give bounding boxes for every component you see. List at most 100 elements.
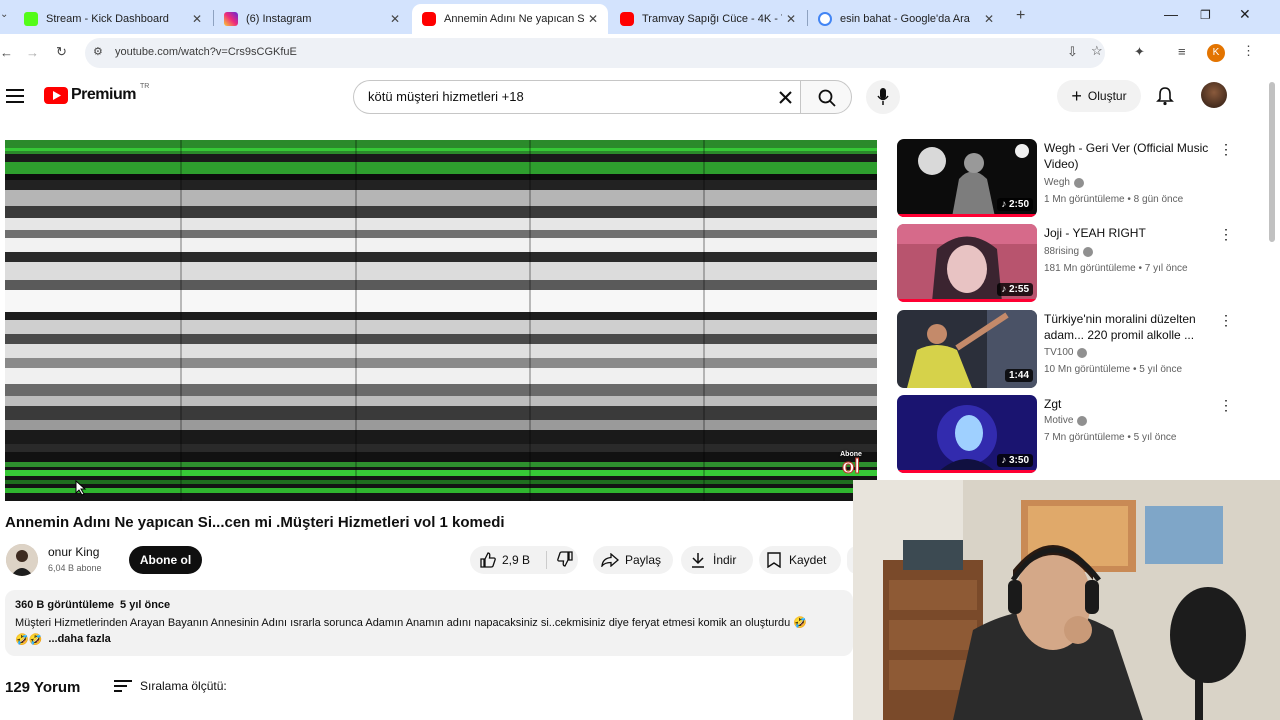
share-button[interactable]: Paylaş: [593, 546, 673, 574]
browser-menu-kebab-icon[interactable]: ⋮: [1242, 43, 1255, 59]
profile-avatar-icon[interactable]: K: [1207, 44, 1225, 62]
scrollbar-thumb[interactable]: [1269, 82, 1275, 242]
extensions-puzzle-icon[interactable]: ✦: [1134, 44, 1145, 60]
close-window-icon[interactable]: ✕: [1239, 6, 1251, 23]
recommendation-meta: 7 Mn görüntüleme • 5 yıl önce: [1044, 432, 1177, 443]
watch-progress-bar: [897, 299, 1037, 302]
search-query-text[interactable]: kötü müşteri hizmetleri +18: [368, 89, 524, 104]
share-arrow-icon: [601, 553, 619, 567]
recommendation-title[interactable]: Zgt: [1044, 396, 1212, 412]
youtube-premium-logo[interactable]: Premium TR: [44, 82, 150, 104]
search-button[interactable]: [800, 80, 852, 114]
close-tab-icon[interactable]: ✕: [188, 12, 206, 26]
comment-count: 129 Yorum: [5, 679, 81, 696]
hamburger-menu-icon[interactable]: [6, 89, 24, 103]
video-frame-glitch: [5, 140, 877, 501]
install-app-icon[interactable]: ⇩: [1067, 44, 1078, 60]
back-arrow-icon[interactable]: ←: [0, 45, 13, 60]
youtube-icon: [422, 12, 436, 26]
logo-region: TR: [139, 82, 150, 90]
channel-avatar[interactable]: [6, 544, 38, 576]
thumbs-up-icon: [480, 552, 496, 568]
recommendation-item[interactable]: ♪ 2:55 Joji - YEAH RIGHT 88rising 181 Mn…: [897, 224, 1237, 304]
recommendation-title[interactable]: Joji - YEAH RIGHT: [1044, 225, 1212, 241]
save-button[interactable]: Kaydet: [759, 546, 841, 574]
youtube-logo-icon: [44, 86, 68, 104]
recommendation-item[interactable]: ♪ 2:50 Wegh - Geri Ver (Official Music V…: [897, 139, 1237, 219]
account-avatar[interactable]: [1201, 82, 1227, 108]
address-bar[interactable]: ⚙ youtube.com/watch?v=Crs9sCGKfuE ⇩ ☆: [85, 38, 1105, 68]
watch-progress-bar: [897, 214, 1037, 217]
recommendation-channel[interactable]: Wegh: [1044, 177, 1084, 188]
search-input[interactable]: kötü müşteri hizmetleri +18: [353, 80, 800, 114]
voice-search-button[interactable]: [866, 80, 900, 114]
browser-tab-kick[interactable]: Stream - Kick Dashboard ✕: [14, 4, 212, 34]
recommendation-channel[interactable]: 88rising: [1044, 246, 1094, 257]
thumbs-down-icon: [557, 550, 573, 567]
reload-icon[interactable]: ↻: [56, 44, 67, 60]
browser-tab-youtube-2[interactable]: Tramvay Sapığı Cüce - 4K - You ✕: [610, 4, 806, 34]
new-tab-plus-icon[interactable]: +: [1016, 7, 1025, 25]
close-tab-icon[interactable]: ✕: [386, 12, 404, 26]
browser-tab-strip: ⌄ Stream - Kick Dashboard ✕ (6) Instagra…: [0, 0, 1280, 34]
show-more-link[interactable]: ...daha fazla: [48, 633, 110, 646]
youtube-icon: [620, 12, 634, 26]
clear-search-icon[interactable]: [779, 91, 792, 104]
more-options-kebab-icon[interactable]: ⋮: [1219, 397, 1233, 414]
tab-search-chevron-icon[interactable]: ⌄: [0, 9, 8, 20]
site-settings-icon[interactable]: ⚙: [93, 45, 103, 58]
verified-check-icon: [1077, 415, 1088, 426]
like-button[interactable]: 2,9 B: [470, 552, 546, 568]
more-options-kebab-icon[interactable]: ⋮: [1219, 312, 1233, 329]
sort-icon: [114, 680, 132, 692]
browser-tab-google[interactable]: esin bahat - Google'da Ara ✕: [808, 4, 1004, 34]
recommendation-meta: 1 Mn görüntüleme • 8 gün önce: [1044, 194, 1184, 205]
verified-check-icon: [1073, 177, 1084, 188]
dislike-button[interactable]: [547, 550, 573, 570]
create-button[interactable]: + Oluştur: [1057, 80, 1141, 112]
close-tab-icon[interactable]: ✕: [584, 12, 602, 26]
bookmark-star-icon[interactable]: ☆: [1091, 43, 1103, 59]
download-button[interactable]: İndir: [681, 546, 753, 574]
recommendation-title[interactable]: Türkiye'nin moralini düzelten adam... 22…: [1044, 311, 1212, 343]
recommendation-channel[interactable]: TV100: [1044, 347, 1088, 358]
save-bookmark-icon: [767, 552, 781, 568]
media-control-icon[interactable]: ≡: [1178, 44, 1186, 59]
recommendation-channel[interactable]: Motive: [1044, 415, 1088, 426]
video-thumbnail[interactable]: ♪ 2:50: [897, 139, 1037, 217]
recommendation-item[interactable]: ♪ 3:50 Zgt Motive 7 Mn görüntüleme • 5 y…: [897, 395, 1237, 475]
video-thumbnail[interactable]: ♪ 2:55: [897, 224, 1037, 302]
recommendation-title[interactable]: Wegh - Geri Ver (Official Music Video): [1044, 140, 1212, 172]
browser-tab-youtube-active[interactable]: Annemin Adını Ne yapıcan Si...c ✕: [412, 4, 608, 34]
close-tab-icon[interactable]: ✕: [782, 12, 800, 26]
sort-comments-button[interactable]: Sıralama ölçütü:: [114, 679, 227, 693]
video-thumbnail[interactable]: ♪ 3:50: [897, 395, 1037, 473]
instagram-icon: [224, 12, 238, 26]
logo-text: Premium: [71, 86, 136, 103]
notifications-bell-icon[interactable]: [1156, 86, 1174, 106]
forward-arrow-icon[interactable]: →: [26, 45, 39, 60]
video-duration: ♪ 3:50: [997, 454, 1033, 467]
close-tab-icon[interactable]: ✕: [980, 12, 998, 26]
download-icon: [692, 553, 704, 568]
video-duration: ♪ 2:50: [997, 198, 1033, 211]
restore-window-icon[interactable]: ❐: [1200, 8, 1211, 22]
url-text[interactable]: youtube.com/watch?v=Crs9sCGKfuE: [115, 46, 297, 58]
more-options-kebab-icon[interactable]: ⋮: [1219, 141, 1233, 158]
video-thumbnail[interactable]: 1:44: [897, 310, 1037, 388]
browser-tab-instagram[interactable]: (6) Instagram ✕: [214, 4, 410, 34]
subscribe-watermark[interactable]: Abone ol: [835, 451, 867, 481]
video-player[interactable]: Abone ol: [5, 140, 877, 501]
more-options-kebab-icon[interactable]: ⋮: [1219, 226, 1233, 243]
channel-name[interactable]: onur King: [48, 545, 99, 559]
upload-age: 5 yıl önce: [120, 599, 171, 611]
description-second-line: 🤣🤣 ...daha fazla: [15, 633, 111, 646]
minimize-window-icon[interactable]: —: [1164, 6, 1178, 22]
subscribe-button[interactable]: Abone ol: [129, 546, 202, 574]
webcam-overlay: [853, 480, 1280, 720]
video-title: Annemin Adını Ne yapıcan Si...cen mi .Mü…: [5, 514, 505, 531]
description-box[interactable]: 360 B görüntüleme 5 yıl önce Müşteri Hiz…: [5, 590, 853, 656]
recommendation-item[interactable]: 1:44 Türkiye'nin moralini düzelten adam.…: [897, 310, 1237, 390]
webcam-feed-image: [853, 480, 1280, 720]
plus-icon: +: [1071, 86, 1082, 106]
